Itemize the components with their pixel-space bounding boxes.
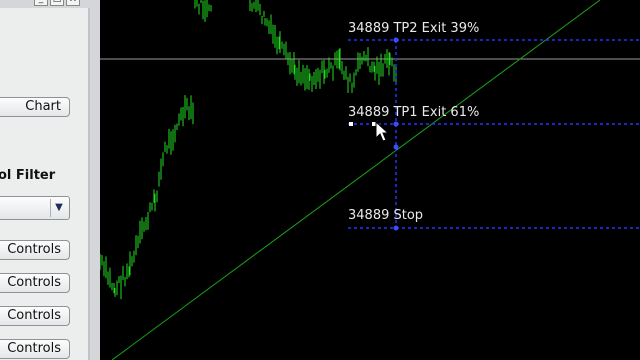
filter-select[interactable]: ▼ — [0, 196, 70, 220]
tp1-level-label: 34889 TP1 Exit 61% — [348, 105, 480, 120]
tp2-level-label: 34889 TP2 Exit 39% — [348, 21, 480, 36]
control-panel: _ □ X Chart ol Filter ▼ Controls Control… — [0, 0, 100, 360]
candles-group — [100, 0, 397, 300]
chevron-down-icon[interactable]: ▼ — [50, 199, 67, 217]
maximize-icon[interactable]: □ — [50, 0, 64, 6]
filter-label: ol Filter — [0, 168, 56, 183]
price-chart[interactable]: 34889 TP2 Exit 39% 34889 TP1 Exit 61% 34… — [100, 0, 640, 360]
chart-canvas — [100, 0, 640, 360]
controls-button-4[interactable]: Controls — [0, 339, 70, 359]
controls-button-1[interactable]: Controls — [0, 240, 70, 260]
stop-handle[interactable] — [393, 225, 399, 231]
chart-button[interactable]: Chart — [0, 97, 70, 117]
close-icon[interactable]: X — [66, 0, 80, 6]
tp1-anchor-left[interactable] — [349, 122, 353, 126]
mouse-pointer-icon — [375, 121, 389, 142]
panel-body: Chart ol Filter ▼ Controls Controls Cont… — [0, 8, 90, 360]
entry-handle[interactable] — [393, 144, 399, 150]
trend-line[interactable] — [111, 0, 601, 360]
stop-level-label: 34889 Stop — [348, 208, 424, 223]
controls-button-3[interactable]: Controls — [0, 306, 70, 326]
minimize-icon[interactable]: _ — [34, 0, 48, 6]
tp2-handle[interactable] — [393, 37, 399, 43]
order-levels — [348, 37, 640, 231]
tp1-handle[interactable] — [393, 121, 399, 127]
window-controls: _ □ X — [34, 0, 80, 6]
controls-button-2[interactable]: Controls — [0, 273, 70, 293]
